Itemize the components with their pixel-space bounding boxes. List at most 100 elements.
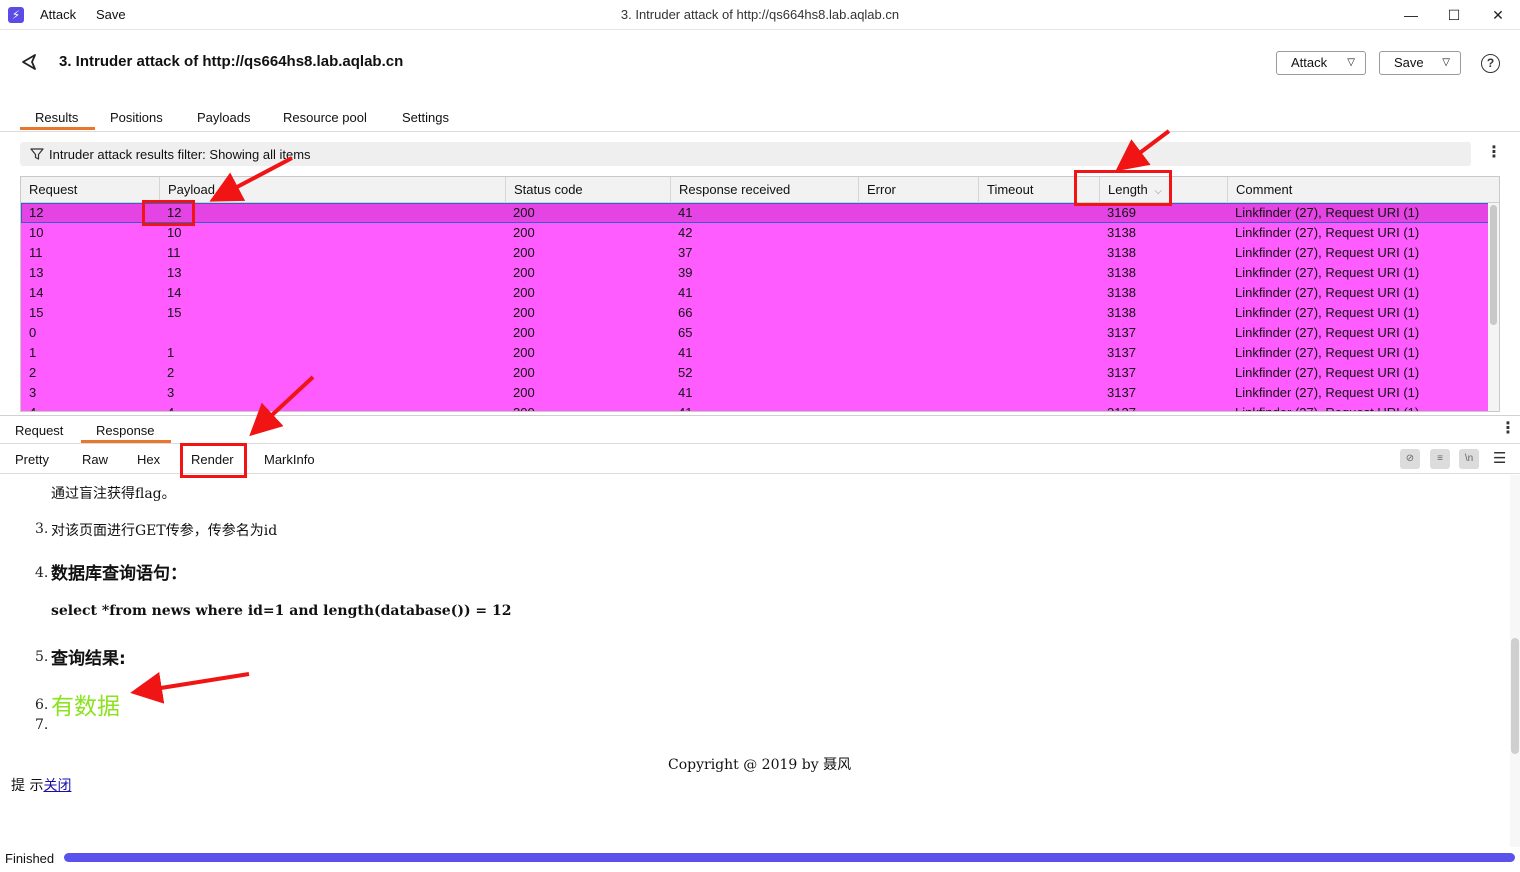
cell-comment: Linkfinder (27), Request URI (1) [1235, 225, 1420, 240]
tab-raw[interactable]: Raw [82, 452, 108, 467]
table-scrollbar[interactable] [1488, 203, 1499, 411]
tab-request[interactable]: Request [15, 423, 63, 438]
detail-tabs: Request Response [0, 415, 1520, 444]
list-number: 5. [35, 649, 49, 665]
cell-payload: 11 [167, 245, 181, 260]
cell-request: 1 [29, 345, 37, 360]
word-wrap-icon[interactable]: ≡ [1430, 449, 1450, 469]
table-header: Request Payload Status code Response rec… [21, 177, 1499, 203]
table-scrollbar-thumb[interactable] [1490, 205, 1497, 325]
status-text: Finished [5, 851, 55, 866]
menu-attack[interactable]: Attack [40, 7, 76, 22]
table-row[interactable]: 14 14 200 41 3138 Linkfinder (27), Request UR… [21, 283, 1489, 303]
chevron-down-icon: ▽ [1442, 57, 1450, 68]
render-sql-query: select *from news where id=1 and length(… [51, 603, 512, 619]
cell-timeout [978, 383, 986, 403]
detail-more-options-icon[interactable]: ⋮ [1500, 421, 1516, 437]
table-row[interactable]: 15 15 200 66 3138 Linkfinder (27), Request UR… [21, 303, 1489, 323]
active-detail-tab-indicator [81, 440, 171, 443]
cell-payload: 13 [167, 265, 182, 280]
more-options-icon[interactable]: ⋮ [1486, 145, 1502, 161]
help-icon[interactable]: ? [1481, 54, 1500, 73]
tab-payloads[interactable]: Payloads [197, 110, 250, 125]
cell-comment: Linkfinder (27), Request URI (1) [1235, 345, 1420, 360]
cell-length: 3137 [1107, 385, 1136, 400]
list-number: 7. [35, 717, 49, 733]
attack-button[interactable]: Attack ▽ [1276, 51, 1366, 75]
cell-request: 4 [21, 403, 36, 411]
annotation-box-render [180, 443, 247, 478]
cell-response-received: 52 [678, 365, 693, 380]
tab-response[interactable]: Response [96, 423, 155, 438]
tab-resource-pool[interactable]: Resource pool [283, 110, 367, 125]
menu-icon[interactable]: ☰ [1493, 451, 1506, 466]
column-header-payload[interactable]: Payload [159, 177, 505, 203]
cell-length: 3137 [1107, 345, 1136, 360]
column-header-error[interactable]: Error [858, 177, 978, 203]
cell-request: 15 [29, 305, 44, 320]
cell-error [858, 303, 866, 323]
table-row[interactable]: 2 2 200 52 3137 Linkfinder (27), Request URI … [21, 363, 1489, 383]
save-button-label: Save [1394, 55, 1424, 70]
cell-length: 3169 [1107, 205, 1136, 220]
cell-error [858, 363, 866, 383]
column-header-status-code[interactable]: Status code [505, 177, 670, 203]
table-row[interactable]: 13 13 200 39 3138 Linkfinder (27), Request UR… [21, 263, 1489, 283]
close-button[interactable]: ✕ [1483, 4, 1513, 26]
render-item-4-heading: 数据库查询语句： [51, 564, 187, 584]
cell-comment: Linkfinder (27), Request URI (1) [1235, 205, 1420, 220]
maximize-button[interactable]: ☐ [1439, 4, 1469, 26]
hide-icon[interactable]: ⊘ [1400, 449, 1420, 469]
tab-pretty[interactable]: Pretty [15, 452, 49, 467]
column-header-comment[interactable]: Comment [1227, 177, 1499, 203]
cell-response-received: 39 [678, 265, 693, 280]
newline-icon[interactable]: \n [1459, 449, 1479, 469]
cell-payload: 4 [159, 403, 174, 411]
cell-payload: 2 [167, 365, 175, 380]
save-button[interactable]: Save ▽ [1379, 51, 1461, 75]
column-header-response-received[interactable]: Response received [670, 177, 858, 203]
cell-length: 3138 [1107, 305, 1136, 320]
cell-length: 3138 [1107, 265, 1136, 280]
cell-comment: Linkfinder (27), Request URI (1) [1235, 325, 1420, 340]
table-row[interactable]: 10 10 200 42 3138 Linkfinder (27), Request UR… [21, 223, 1489, 243]
tab-positions[interactable]: Positions [110, 110, 163, 125]
cell-response-received: 41 [670, 403, 692, 411]
cell-length: 3137 [1107, 365, 1136, 380]
table-row[interactable]: 4 4 200 41 3137 Linkfinder (27), Request URI … [21, 403, 1489, 411]
table-row[interactable]: 0 200 65 3137 Linkfinder (27), Request URI (… [21, 323, 1489, 343]
minimize-button[interactable]: — [1396, 4, 1426, 26]
render-item-3: 对该页面进行GET传参，传参名为id [51, 523, 278, 539]
cell-length: 3138 [1107, 245, 1136, 260]
cell-comment: Linkfinder (27), Request URI (1) [1235, 245, 1420, 260]
cell-error [858, 383, 866, 403]
cell-status-code: 200 [513, 325, 535, 340]
back-arrow-icon[interactable] [20, 52, 40, 72]
render-scrollbar-thumb[interactable] [1511, 638, 1519, 754]
column-header-request[interactable]: Request [21, 177, 159, 203]
cell-status-code: 200 [513, 365, 535, 380]
annotation-box-length [1074, 170, 1172, 206]
table-row[interactable]: 11 11 200 37 3138 Linkfinder (27), Request UR… [21, 243, 1489, 263]
cell-status-code: 200 [513, 285, 535, 300]
cell-length: 3138 [1107, 225, 1136, 240]
filter-text: Intruder attack results filter: Showing … [49, 147, 311, 162]
cell-timeout [978, 303, 986, 323]
tab-results[interactable]: Results [35, 110, 78, 125]
table-row[interactable]: 3 3 200 41 3137 Linkfinder (27), Request URI … [21, 383, 1489, 403]
cell-status-code: 200 [513, 225, 535, 240]
render-view: 通过盲注获得flag。 3. 对该页面进行GET传参，传参名为id 4. 数据库… [0, 475, 1508, 847]
cell-status-code: 200 [513, 245, 535, 260]
cell-error [858, 203, 866, 223]
tab-settings[interactable]: Settings [402, 110, 449, 125]
cell-request: 14 [29, 285, 44, 300]
menu-save[interactable]: Save [96, 7, 126, 22]
tab-markinfo[interactable]: MarkInfo [264, 452, 315, 467]
table-row[interactable]: 12 12 200 41 3169 Linkfinder (27), Request UR… [21, 203, 1489, 223]
render-tip-close-link[interactable]: 关闭 [43, 778, 71, 794]
cell-payload: 3 [167, 385, 175, 400]
cell-request: 2 [29, 365, 37, 380]
table-row[interactable]: 1 1 200 41 3137 Linkfinder (27), Request URI … [21, 343, 1489, 363]
cell-status-code: 200 [513, 385, 535, 400]
tab-hex[interactable]: Hex [137, 452, 160, 467]
